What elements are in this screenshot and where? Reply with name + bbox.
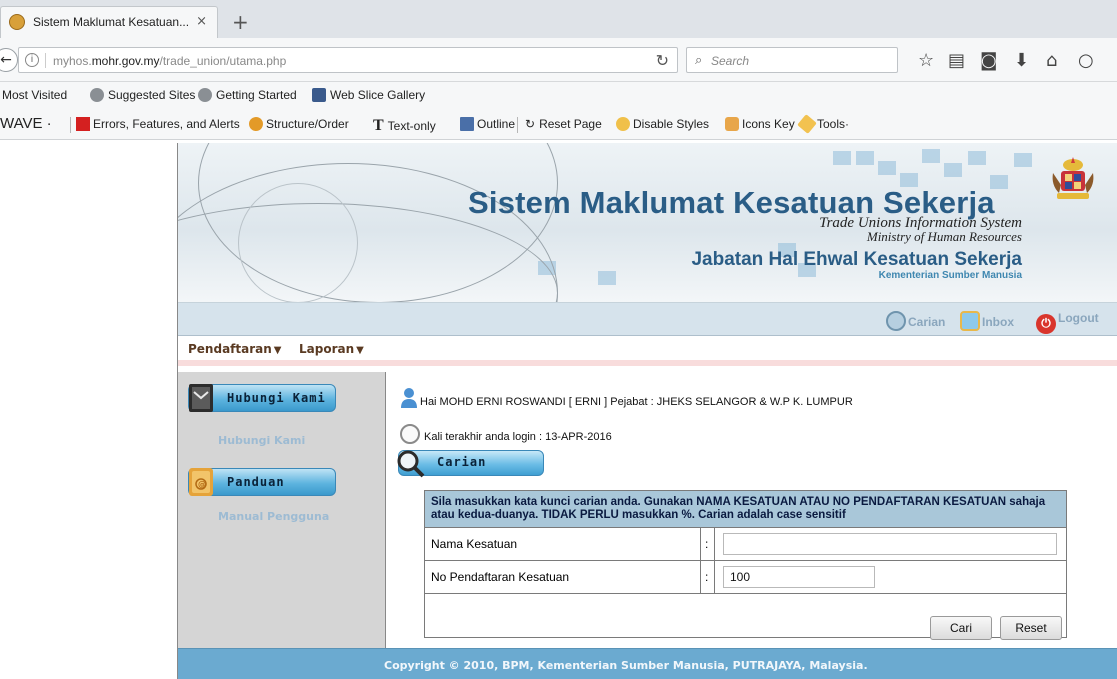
wave-errors-button[interactable]: Errors, Features, and Alerts <box>76 117 240 131</box>
globe-icon <box>198 88 212 102</box>
browser-tab-bar: Sistem Maklumat Kesatuan... × + <box>0 0 1117 38</box>
caret-down-icon: ▼ <box>273 345 282 356</box>
registration-no-input[interactable] <box>723 566 875 588</box>
guide-book-icon: @ <box>189 468 213 496</box>
main-menu: Pendaftaran ▼ Laporan ▼ <box>178 336 1117 366</box>
coat-of-arms-icon <box>1052 157 1094 199</box>
bookmark-most-visited[interactable]: Most Visited <box>2 88 67 102</box>
globe-icon <box>90 88 104 102</box>
divider <box>70 117 71 133</box>
table-row: No Pendaftaran Kesatuan : <box>424 560 1067 594</box>
tab-title: Sistem Maklumat Kesatuan... <box>33 15 190 29</box>
bookmark-star-icon[interactable]: ☆ <box>918 50 934 71</box>
styles-icon <box>616 117 630 131</box>
bookmarks-bar: Most Visited Suggested Sites Getting Sta… <box>0 82 1117 110</box>
wave-text-only-button[interactable]: T Text-only <box>373 117 436 135</box>
info-icon[interactable]: i <box>25 53 39 67</box>
search-section-tab: Carian <box>397 450 544 478</box>
back-button[interactable]: ← <box>0 48 18 72</box>
reading-list-icon[interactable]: ▤ <box>948 50 965 71</box>
site-favicon-icon <box>9 14 25 30</box>
menu-laporan[interactable]: Laporan ▼ <box>299 342 364 356</box>
wave-menu[interactable]: WAVE · <box>0 115 52 132</box>
download-icon[interactable]: ⬇ <box>1014 50 1029 71</box>
contact-us-button[interactable]: Hubungi Kami <box>188 384 336 412</box>
inbox-link[interactable]: Inbox <box>960 311 1014 331</box>
colon-label: : <box>700 527 715 561</box>
guide-button[interactable]: @ Panduan <box>188 468 336 496</box>
web-slice-icon <box>312 88 326 102</box>
error-flag-icon <box>76 117 90 131</box>
main-content: Hai MOHD ERNI ROSWANDI [ ERNI ] Pejabat … <box>386 372 1117 648</box>
menu-pendaftaran[interactable]: Pendaftaran ▼ <box>188 342 281 356</box>
wave-icons-key-button[interactable]: Icons Key <box>725 117 795 131</box>
search-instructions: Sila masukkan kata kunci carian anda. Gu… <box>424 490 1067 528</box>
search-icon: ⌕ <box>695 52 703 67</box>
svg-text:@: @ <box>198 480 207 489</box>
envelope-icon <box>960 311 980 331</box>
browser-tab[interactable]: Sistem Maklumat Kesatuan... × <box>0 6 218 38</box>
contact-us-link[interactable]: Hubungi Kami <box>218 434 305 447</box>
carian-link[interactable]: Carian <box>886 311 945 331</box>
union-name-input[interactable] <box>723 533 1057 555</box>
pocket-icon[interactable]: ◙ <box>980 50 997 71</box>
table-row: Nama Kesatuan : <box>424 527 1067 561</box>
address-bar[interactable]: i myhos.mohr.gov.my/trade_union/utama.ph… <box>18 47 678 73</box>
close-tab-icon[interactable]: × <box>196 14 207 29</box>
text-t-icon: T <box>373 117 384 134</box>
field-label-union-name: Nama Kesatuan <box>424 527 701 561</box>
icons-key-icon <box>725 117 739 131</box>
bookmark-suggested-sites[interactable]: Suggested Sites <box>90 88 195 102</box>
power-icon: ⏻ <box>1036 314 1056 334</box>
browser-search-input[interactable]: ⌕ Search <box>686 47 898 73</box>
url-text: myhos.mohr.gov.my/trade_union/utama.php <box>53 54 287 68</box>
search-placeholder: Search <box>711 54 750 68</box>
ministry-name-ms: Kementerian Sumber Manusia <box>878 270 1022 281</box>
chat-icon[interactable]: ○ <box>1078 50 1094 71</box>
bookmark-web-slice-gallery[interactable]: Web Slice Gallery <box>312 88 425 102</box>
wave-toolbar: WAVE · Errors, Features, and Alerts Stru… <box>0 110 1117 140</box>
logout-link[interactable]: ⏻ Logout <box>1036 311 1099 334</box>
browser-nav-bar: ← i myhos.mohr.gov.my/trade_union/utama.… <box>0 38 1117 82</box>
wave-outline-button[interactable]: Outline <box>460 117 515 131</box>
reset-button[interactable]: Reset <box>1000 616 1062 640</box>
divider <box>517 117 518 133</box>
copyright-text: Copyright © 2010, BPM, Kementerian Sumbe… <box>384 659 868 672</box>
user-icon <box>401 388 417 408</box>
outline-icon <box>460 117 474 131</box>
ministry-name-en: Ministry of Human Resources <box>866 229 1022 244</box>
page-footer: Copyright © 2010, BPM, Kementerian Sumbe… <box>178 648 1117 679</box>
wave-structure-button[interactable]: Structure/Order <box>249 117 349 131</box>
site-banner: Sistem Maklumat Kesatuan Sekerja Trade U… <box>178 143 1117 303</box>
wave-disable-styles-button[interactable]: Disable Styles <box>616 117 709 131</box>
wave-tools-button[interactable]: Tools· <box>797 114 849 134</box>
home-icon[interactable]: ⌂ <box>1046 50 1057 71</box>
wrench-icon <box>797 114 817 134</box>
new-tab-button[interactable]: + <box>232 10 249 34</box>
user-manual-link[interactable]: Manual Pengguna <box>218 510 329 523</box>
caret-down-icon: ▼ <box>356 345 364 356</box>
structure-icon <box>249 117 263 131</box>
wave-reset-page-button[interactable]: ↻ Reset Page <box>525 117 602 131</box>
reload-icon[interactable]: ↻ <box>656 51 669 71</box>
bookmark-getting-started[interactable]: Getting Started <box>198 88 297 102</box>
divider <box>45 53 46 68</box>
greeting-text: Hai MOHD ERNI ROSWANDI [ ERNI ] Pejabat … <box>400 387 853 409</box>
last-login-text: Kali terakhir anda login : 13-APR-2016 <box>400 424 612 444</box>
colon-label: : <box>700 560 715 594</box>
web-page: Sistem Maklumat Kesatuan Sekerja Trade U… <box>177 143 1117 679</box>
magnifier-icon <box>397 450 425 478</box>
user-toolbar: Carian Inbox ⏻ Logout <box>178 303 1117 336</box>
search-doc-icon <box>886 311 906 331</box>
field-label-registration-no: No Pendaftaran Kesatuan <box>424 560 701 594</box>
department-name: Jabatan Hal Ehwal Kesatuan Sekerja <box>691 249 1022 270</box>
search-button[interactable]: Cari <box>930 616 992 640</box>
sidebar: Hubungi Kami Hubungi Kami @ Panduan Manu… <box>178 372 386 648</box>
reset-icon: ↻ <box>525 117 536 131</box>
contact-book-icon <box>189 384 213 412</box>
clock-icon <box>400 424 420 444</box>
